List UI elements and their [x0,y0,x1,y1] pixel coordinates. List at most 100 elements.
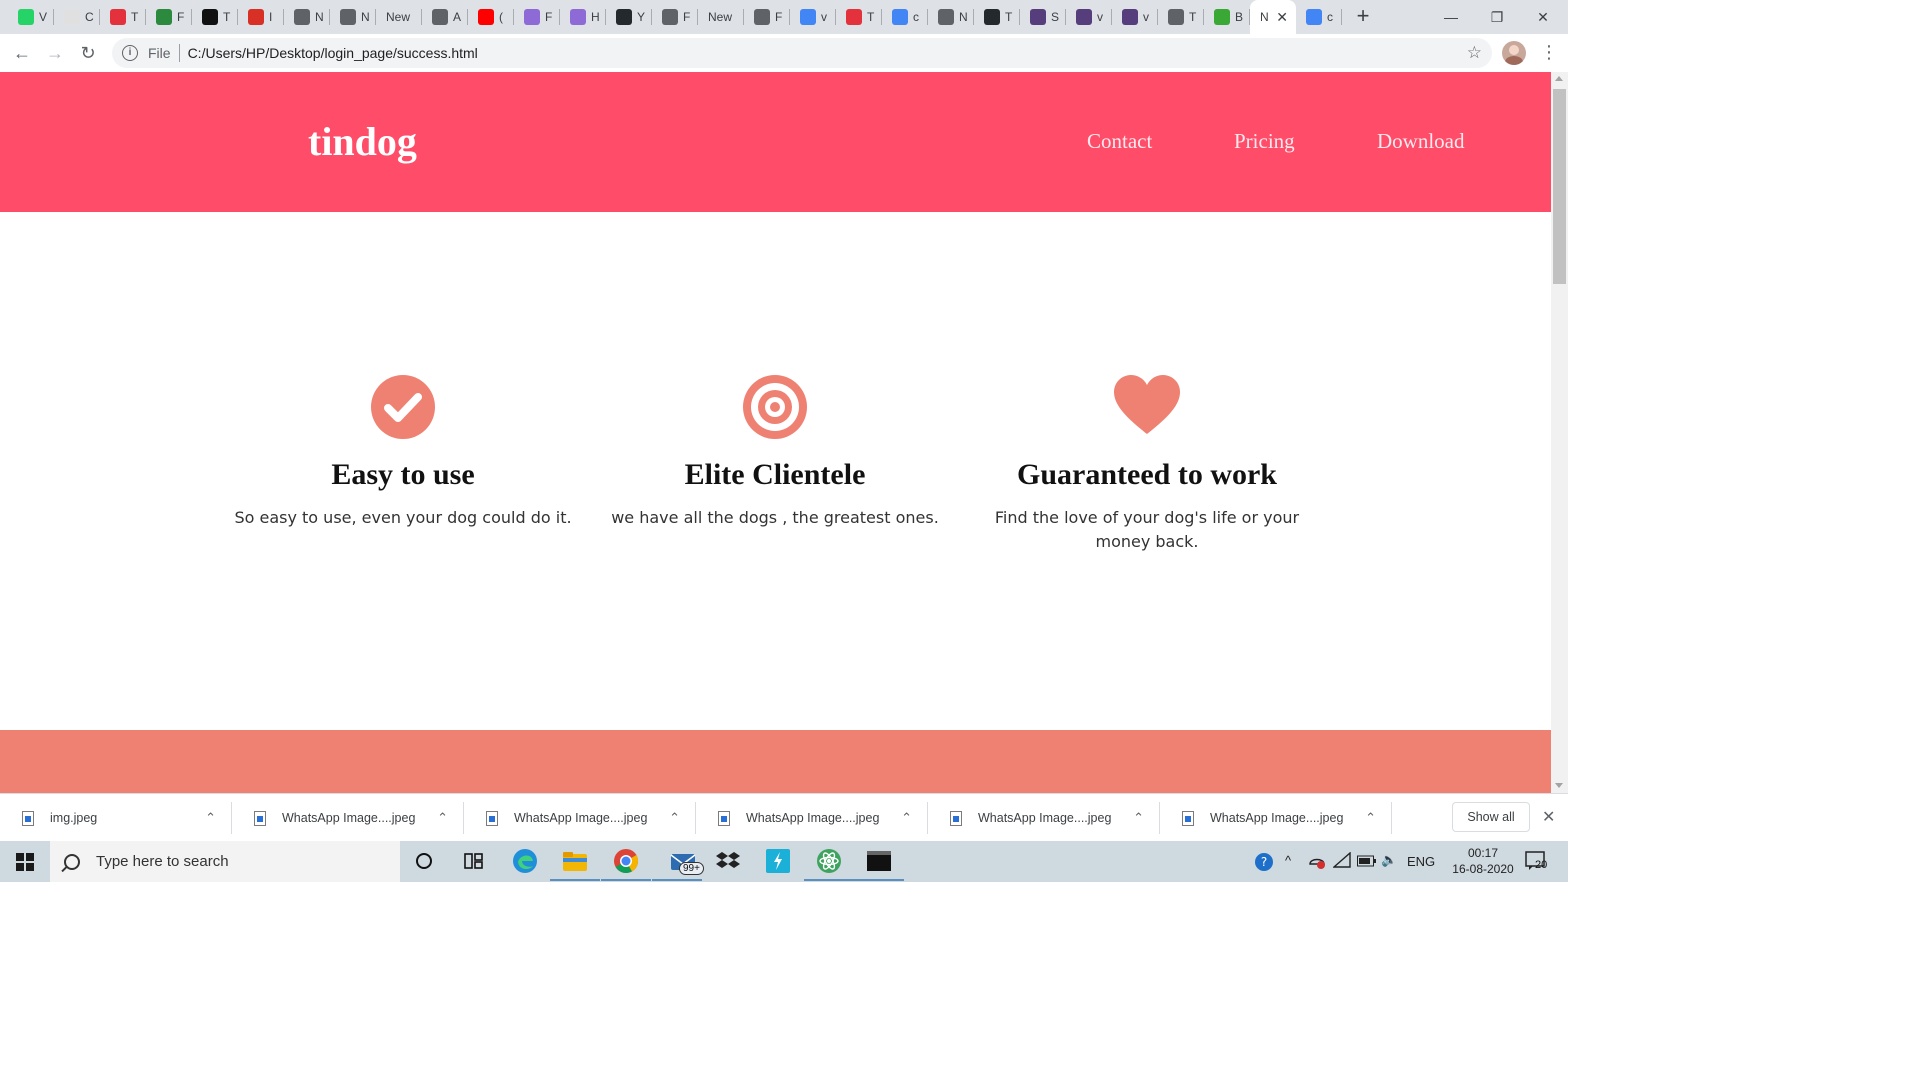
close-tab-icon[interactable]: ✕ [1276,9,1288,26]
cta-section [0,730,1551,793]
download-item[interactable]: WhatsApp Image....jpeg ⌃ [464,794,696,842]
browser-tab[interactable]: T [974,0,1020,34]
chevron-up-icon[interactable]: ⌃ [901,810,912,826]
code-editor-icon[interactable] [762,846,794,876]
forward-button[interactable]: → [43,42,67,64]
download-item[interactable]: WhatsApp Image....jpeg ⌃ [1160,794,1392,842]
browser-tab[interactable]: v [1112,0,1158,34]
browser-tab[interactable]: B [1204,0,1250,34]
mail-icon[interactable]: 99+ [652,846,705,881]
browser-tab[interactable]: ( [468,0,514,34]
nav-download[interactable]: Download [1377,129,1465,154]
page-scrollbar[interactable] [1551,72,1568,793]
browser-tab[interactable]: T [192,0,238,34]
chrome-icon[interactable] [601,846,651,881]
download-filename: WhatsApp Image....jpeg [514,811,648,825]
atom-icon[interactable] [804,846,854,881]
help-icon[interactable]: ? [1254,852,1274,875]
battery-icon[interactable] [1357,855,1377,870]
browser-tab[interactable]: N ✕ [1250,0,1296,34]
browser-tab[interactable]: New [376,0,422,34]
close-window-button[interactable]: ✕ [1520,0,1566,34]
back-button[interactable]: ← [10,42,34,64]
browser-tab[interactable]: N [330,0,376,34]
network-status-icon[interactable] [1307,852,1327,873]
chevron-up-icon[interactable]: ⌃ [205,810,216,826]
browser-tab[interactable]: v [1066,0,1112,34]
download-item[interactable]: WhatsApp Image....jpeg ⌃ [232,794,464,842]
browser-tab[interactable]: F [744,0,790,34]
browser-tab[interactable]: c [1296,0,1342,34]
browser-menu-icon[interactable]: ⋮ [1540,42,1558,63]
tab-title: C [85,10,94,24]
task-view-icon[interactable] [458,846,490,876]
tab-favicon-icon [294,9,310,25]
nav-contact[interactable]: Contact [1087,129,1152,154]
browser-tab[interactable]: T [100,0,146,34]
chevron-up-icon[interactable]: ⌃ [1365,810,1376,826]
profile-avatar[interactable] [1502,41,1526,65]
info-icon[interactable]: i [122,45,138,61]
browser-tab[interactable]: F [652,0,698,34]
tab-favicon-icon [432,9,448,25]
action-center-icon[interactable]: 20 [1525,850,1551,875]
tab-favicon-icon [1168,9,1184,25]
new-tab-button[interactable]: + [1352,5,1374,27]
browser-tab[interactable]: F [146,0,192,34]
reload-button[interactable]: ↻ [76,42,100,64]
minimize-button[interactable]: — [1428,0,1474,34]
browser-tab[interactable]: H [560,0,606,34]
windows-start-icon[interactable] [16,853,34,871]
browser-tab[interactable]: F [514,0,560,34]
download-item[interactable]: WhatsApp Image....jpeg ⌃ [928,794,1160,842]
taskbar-clock[interactable]: 00:17 16-08-2020 [1448,845,1518,877]
tab-favicon-icon [1076,9,1092,25]
edge-browser-icon[interactable] [509,846,541,876]
feature-text: Find the love of your dog's life or your… [994,508,1300,551]
terminal-icon[interactable] [854,846,904,881]
language-indicator[interactable]: ENG [1407,854,1435,869]
scroll-up-arrow-icon[interactable] [1555,76,1563,81]
brand-logo[interactable]: tindog [308,118,417,165]
browser-tab[interactable]: C [54,0,100,34]
tab-title: N [361,10,370,24]
url-text[interactable]: C:/Users/HP/Desktop/login_page/success.h… [188,45,478,61]
browser-tab[interactable]: v [790,0,836,34]
browser-tab[interactable]: A [422,0,468,34]
restore-button[interactable]: ❐ [1474,0,1520,34]
address-bar[interactable]: i File C:/Users/HP/Desktop/login_page/su… [112,38,1492,68]
tab-favicon-icon [64,9,80,25]
tab-title: V [39,10,48,24]
browser-tab[interactable]: N [928,0,974,34]
chevron-up-icon[interactable]: ⌃ [669,810,680,826]
taskbar-search-box[interactable]: Type here to search [50,841,400,882]
chevron-up-icon[interactable]: ⌃ [1133,810,1144,826]
browser-tab[interactable]: V [8,0,54,34]
browser-tab[interactable]: T [836,0,882,34]
tab-favicon-icon [892,9,908,25]
scroll-down-arrow-icon[interactable] [1555,783,1563,788]
download-item[interactable]: img.jpeg ⌃ [0,794,232,842]
cortana-icon[interactable] [408,846,440,876]
browser-tab[interactable]: c [882,0,928,34]
volume-icon[interactable]: 🔈 [1381,852,1397,868]
show-all-button[interactable]: Show all [1452,802,1530,832]
wifi-icon[interactable] [1332,851,1351,871]
file-explorer-icon[interactable] [550,846,600,881]
tab-favicon-icon [1306,9,1322,25]
browser-tab[interactable]: S [1020,0,1066,34]
dropbox-icon[interactable] [712,846,744,876]
browser-tab[interactable]: T [1158,0,1204,34]
tab-favicon-icon [248,9,264,25]
scroll-thumb[interactable] [1553,89,1566,284]
download-item[interactable]: WhatsApp Image....jpeg ⌃ [696,794,928,842]
nav-pricing[interactable]: Pricing [1234,129,1295,154]
bookmark-star-icon[interactable]: ☆ [1467,43,1482,63]
browser-tab[interactable]: Y [606,0,652,34]
browser-tab[interactable]: New [698,0,744,34]
browser-tab[interactable]: N [284,0,330,34]
chevron-up-icon[interactable]: ⌃ [437,810,448,826]
browser-tab[interactable]: I [238,0,284,34]
show-hidden-icons-chevron-icon[interactable]: ^ [1285,853,1291,868]
close-shelf-icon[interactable]: ✕ [1542,807,1555,827]
